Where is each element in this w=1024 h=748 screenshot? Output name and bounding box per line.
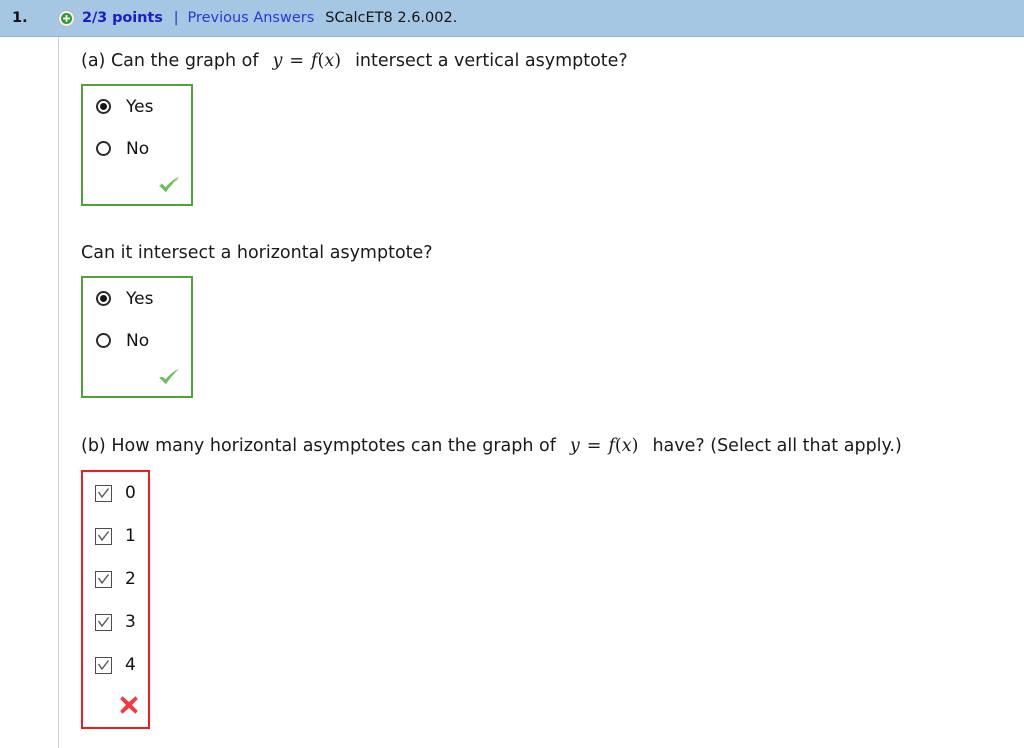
math-equals: = bbox=[586, 435, 602, 456]
math-paren-open: ( bbox=[614, 435, 622, 456]
checkbox-option-0[interactable]: 0 bbox=[83, 472, 148, 515]
part-b-answer-box: 0 1 2 3 4 bbox=[81, 469, 150, 729]
math-paren-close: ) bbox=[631, 435, 639, 456]
radio-yes-input[interactable] bbox=[96, 99, 111, 115]
green-check-icon bbox=[158, 367, 181, 391]
prompt-text-suffix: have? (Select all that apply.) bbox=[652, 435, 902, 456]
red-x-icon bbox=[118, 694, 140, 720]
checkbox-option-3[interactable]: 3 bbox=[83, 601, 148, 644]
prompt-text-suffix: intersect a vertical asymptote? bbox=[355, 51, 628, 71]
checkbox-0-label[interactable]: 0 bbox=[125, 483, 136, 503]
checkbox-2-label[interactable]: 2 bbox=[125, 569, 136, 589]
checkbox-option-1[interactable]: 1 bbox=[83, 515, 148, 558]
part-a-vertical-prompt: (a) Can the graph of y = f(x) intersect a ve… bbox=[81, 51, 1024, 73]
radio-option-yes[interactable]: Yes bbox=[83, 278, 191, 320]
points-label: 2/3 points bbox=[82, 10, 163, 26]
math-x: x bbox=[324, 51, 335, 71]
part-b-block: (b) How many horizontal asymptotes can t… bbox=[81, 398, 1024, 729]
part-a-horizontal-answer-box: Yes No bbox=[81, 275, 193, 398]
checkbox-1-label[interactable]: 1 bbox=[125, 526, 136, 546]
plus-circle-icon[interactable] bbox=[58, 9, 75, 27]
prompt-text: (b) How many horizontal asymptotes can t… bbox=[81, 435, 556, 456]
header-separator: | bbox=[173, 10, 179, 26]
radio-no-label[interactable]: No bbox=[126, 139, 149, 159]
part-a-vertical-verdict bbox=[83, 170, 191, 204]
radio-no-input[interactable] bbox=[96, 141, 111, 157]
part-a-horizontal-prompt: Can it intersect a horizontal asymptote? bbox=[81, 242, 433, 263]
math-y: y bbox=[272, 51, 283, 71]
math-y: y bbox=[569, 435, 580, 456]
part-b-prompt: (b) How many horizontal asymptotes can t… bbox=[81, 436, 1024, 458]
part-a-vertical-block: (a) Can the graph of y = f(x) intersect a ve… bbox=[81, 37, 1024, 206]
question-number: 1. bbox=[12, 10, 28, 26]
math-equals: = bbox=[289, 51, 305, 71]
green-check-icon bbox=[158, 175, 181, 199]
part-b-verdict bbox=[83, 687, 148, 727]
prompt-text: (a) Can the graph of bbox=[81, 51, 259, 71]
part-a-horizontal-block: Can it intersect a horizontal asymptote?… bbox=[81, 206, 1024, 398]
checkbox-option-2[interactable]: 2 bbox=[83, 558, 148, 601]
checkbox-4-label[interactable]: 4 bbox=[125, 655, 136, 675]
checkbox-2-input[interactable] bbox=[95, 570, 112, 588]
radio-no-label[interactable]: No bbox=[126, 331, 149, 351]
radio-no-input[interactable] bbox=[96, 333, 111, 349]
radio-yes-label[interactable]: Yes bbox=[126, 97, 153, 117]
math-x: x bbox=[621, 435, 632, 456]
checkbox-0-input[interactable] bbox=[95, 484, 112, 502]
math-paren-close: ) bbox=[334, 51, 342, 71]
radio-option-yes[interactable]: Yes bbox=[83, 86, 191, 128]
radio-yes-label[interactable]: Yes bbox=[126, 289, 153, 309]
question-header-bar: 1. 2/3 points | Previous Answers SCalcET… bbox=[0, 0, 1024, 37]
question-content: (a) Can the graph of y = f(x) intersect a ve… bbox=[81, 37, 1024, 729]
question-code: SCalcET8 2.6.002. bbox=[325, 10, 458, 26]
checkbox-4-input[interactable] bbox=[95, 656, 112, 674]
part-a-horizontal-verdict bbox=[83, 362, 191, 396]
checkbox-1-input[interactable] bbox=[95, 527, 112, 545]
part-a-vertical-answer-box: Yes No bbox=[81, 83, 193, 206]
radio-option-no[interactable]: No bbox=[83, 320, 191, 362]
checkbox-option-4[interactable]: 4 bbox=[83, 644, 148, 687]
radio-yes-input[interactable] bbox=[96, 291, 111, 307]
gutter-divider bbox=[58, 37, 59, 748]
checkbox-3-input[interactable] bbox=[95, 613, 112, 631]
checkbox-3-label[interactable]: 3 bbox=[125, 612, 136, 632]
previous-answers-link[interactable]: Previous Answers bbox=[187, 10, 314, 26]
radio-option-no[interactable]: No bbox=[83, 128, 191, 170]
